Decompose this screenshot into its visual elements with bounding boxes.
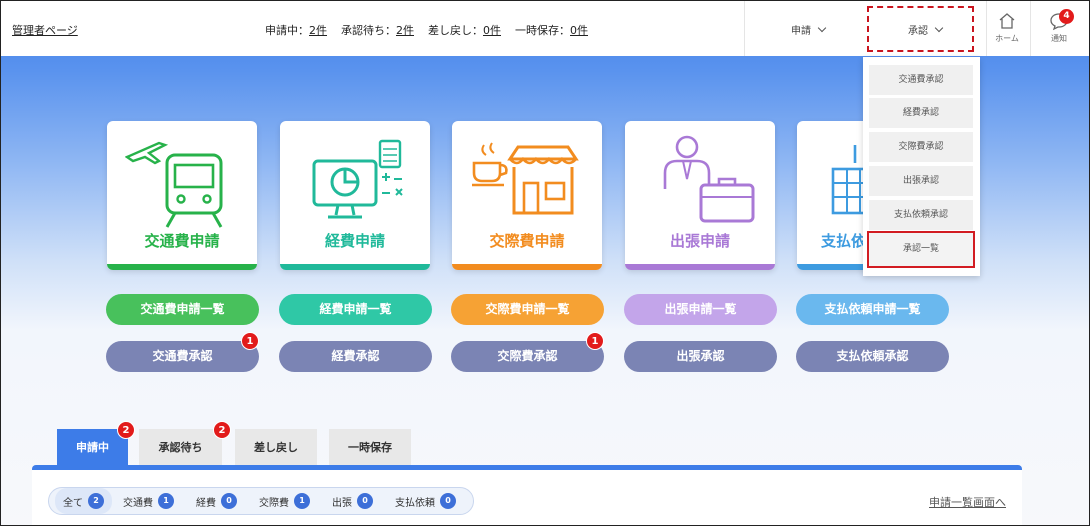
cafe-shop-icon — [472, 142, 579, 215]
filter-transport[interactable]: 交通費 1 — [112, 488, 185, 514]
notification-badge: 4 — [1059, 9, 1074, 24]
approve-dropdown: 交通費承認 経費承認 交際費承認 出張承認 支払依頼承認 承認一覧 — [863, 57, 980, 276]
approve-menu-highlight — [867, 6, 974, 52]
tab-awaiting[interactable]: 承認待ち — [139, 429, 222, 466]
top-header: 管理者ページ 申請中：2件 承認待ち：2件 差し戻し：0件 一時保存：0件 申請… — [1, 1, 1089, 56]
dropdown-item-expense[interactable]: 経費承認 — [869, 98, 973, 128]
category-filter: 全て 2 交通費 1 経費 0 交際費 1 出張 0 支払依頼 0 — [48, 487, 474, 515]
card-bar — [107, 264, 257, 270]
dropdown-item-payment[interactable]: 支払依頼承認 — [869, 200, 973, 230]
expense-approve-button[interactable]: 経費承認 — [279, 341, 432, 372]
card-title: 交際費申請 — [489, 232, 565, 250]
count-badge: 1 — [586, 332, 604, 350]
status-pending[interactable]: 申請中：2件 — [265, 22, 327, 38]
filter-trip[interactable]: 出張 0 — [321, 488, 384, 514]
card-transport-apply[interactable]: 交通費申請 — [107, 121, 257, 270]
app-frame: 管理者ページ 申請中：2件 承認待ち：2件 差し戻し：0件 一時保存：0件 申請… — [0, 0, 1090, 526]
card-bar — [452, 264, 602, 270]
transport-list-button[interactable]: 交通費申請一覧 — [106, 294, 259, 325]
dropdown-item-approval-list[interactable]: 承認一覧 — [867, 231, 975, 268]
home-icon — [999, 13, 1015, 29]
status-returned[interactable]: 差し戻し：0件 — [428, 22, 501, 38]
application-list-link[interactable]: 申請一覧画面へ — [929, 494, 1006, 510]
entertainment-list-button[interactable]: 交際費申請一覧 — [451, 294, 604, 325]
filter-expense[interactable]: 経費 0 — [185, 488, 248, 514]
tab-badge: 2 — [213, 421, 231, 439]
trip-approve-button[interactable]: 出張承認 — [624, 341, 777, 372]
home-button[interactable]: ホーム — [987, 11, 1027, 44]
chevron-down-icon — [817, 23, 827, 33]
card-title: 交通費申請 — [144, 232, 220, 250]
filter-all[interactable]: 全て 2 — [55, 488, 112, 514]
card-title: 出張申請 — [669, 232, 730, 250]
businessman-briefcase-icon — [663, 135, 755, 223]
expense-list-button[interactable]: 経費申請一覧 — [279, 294, 432, 325]
card-expense-apply[interactable]: 経費申請 — [280, 121, 430, 270]
entertainment-approve-button[interactable]: 交際費承認 — [451, 341, 604, 372]
tab-returned[interactable]: 差し戻し — [235, 429, 317, 466]
tab-badge: 2 — [117, 421, 135, 439]
payment-approve-button[interactable]: 支払依頼承認 — [796, 341, 949, 372]
count-badge: 1 — [241, 332, 259, 350]
status-draft[interactable]: 一時保存：0件 — [515, 22, 588, 38]
menu-apply[interactable]: 申請 — [791, 22, 827, 37]
card-bar — [625, 264, 775, 270]
train-plane-icon — [125, 141, 223, 228]
trip-list-button[interactable]: 出張申請一覧 — [624, 294, 777, 325]
payment-list-button[interactable]: 支払依頼申請一覧 — [796, 294, 949, 325]
header-divider — [744, 1, 745, 56]
card-bar — [280, 264, 430, 270]
dropdown-item-trip[interactable]: 出張承認 — [869, 166, 973, 196]
tab-draft[interactable]: 一時保存 — [329, 429, 411, 466]
dropdown-item-entertainment[interactable]: 交際費承認 — [869, 132, 973, 162]
card-entertainment-apply[interactable]: 交際費申請 — [452, 121, 602, 270]
application-panel: 全て 2 交通費 1 経費 0 交際費 1 出張 0 支払依頼 0 申請一覧画面へ — [32, 465, 1022, 525]
card-trip-apply[interactable]: 出張申請 — [625, 121, 775, 270]
header-divider — [1030, 1, 1031, 56]
transport-approve-button[interactable]: 交通費承認 — [106, 341, 259, 372]
monitor-chart-icon — [312, 139, 403, 219]
card-title: 経費申請 — [324, 232, 385, 250]
dropdown-item-transport[interactable]: 交通費承認 — [869, 65, 973, 95]
filter-entertainment[interactable]: 交際費 1 — [248, 488, 321, 514]
admin-page-link[interactable]: 管理者ページ — [12, 22, 78, 38]
filter-payment[interactable]: 支払依頼 0 — [384, 488, 467, 514]
status-awaiting[interactable]: 承認待ち：2件 — [341, 22, 414, 38]
status-summary: 申請中：2件 承認待ち：2件 差し戻し：0件 一時保存：0件 — [265, 22, 588, 38]
